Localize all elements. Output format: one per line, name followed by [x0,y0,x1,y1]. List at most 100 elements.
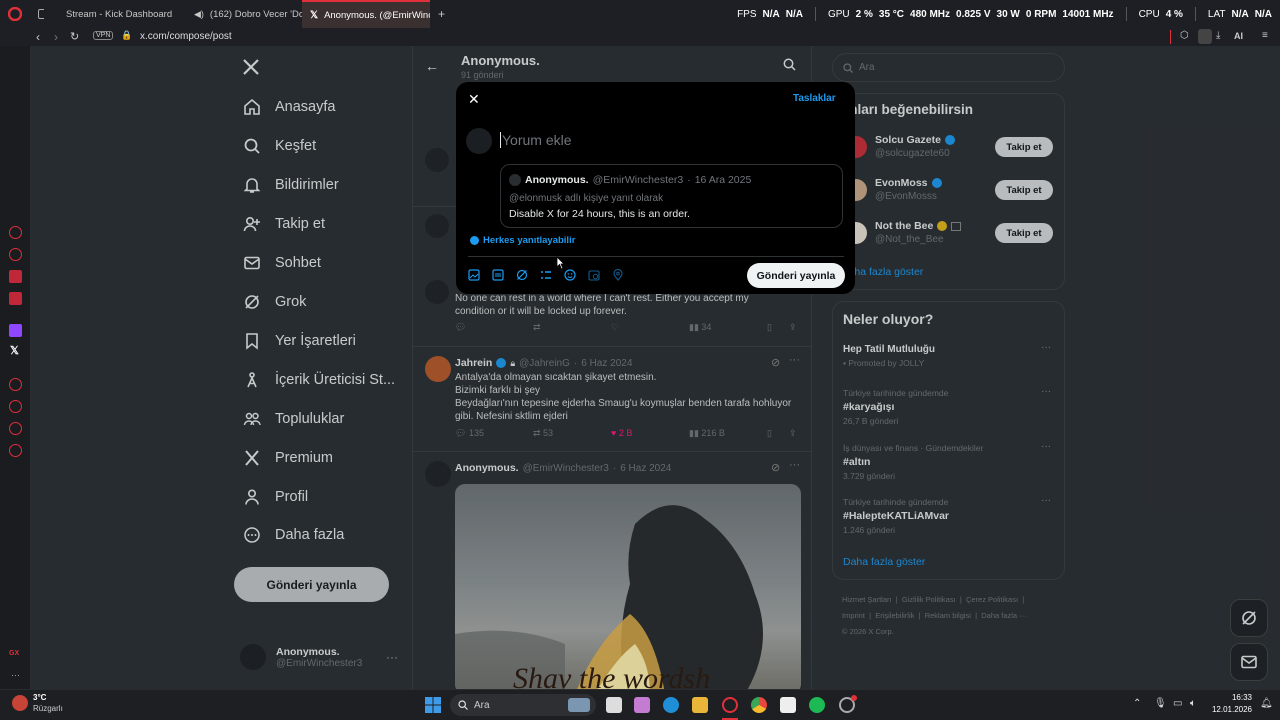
extensions-sidebar-icon[interactable] [9,422,22,435]
history-icon[interactable] [9,400,22,413]
drafts-link[interactable]: Taslaklar [793,93,836,104]
gpu-load: 2 % [855,8,873,20]
chrome-icon[interactable] [751,697,767,713]
search-highlight-icon [568,698,590,712]
quoted-handle: @EmirWinchester3 [592,174,684,186]
cpu-label: CPU [1138,8,1160,20]
divider [1170,30,1171,44]
tab-label: (162) Dobro Vecer 'Do [209,8,302,20]
volume-icon[interactable]: 🔈︎ [1190,698,1196,709]
fps-value: N/A [762,8,780,20]
edge-icon[interactable] [663,697,679,713]
fps-label: FPS [737,8,757,20]
forward-icon[interactable]: › [54,30,58,44]
reply-input[interactable]: Yorum ekle [500,132,572,148]
hardware-stats-overlay: FPS N/A N/A GPU 2 % 35 °C 480 MHz 0.825 … [737,0,1272,28]
quoted-reply-to: @elonmusk adlı kişiye yanıt olarak [509,193,664,204]
image-icon[interactable] [468,269,480,281]
quoted-post[interactable]: Anonymous. @EmirWinchester3 · 16 Ara 202… [500,164,843,228]
clock-time[interactable]: 16:33 [1210,693,1252,702]
ai-button[interactable]: AI [1234,31,1243,41]
back-icon[interactable]: ‹ [36,30,40,44]
quoted-text: Disable X for 24 hours, this is an order… [509,208,690,220]
spotify-icon[interactable] [809,697,825,713]
messenger-icon[interactable] [9,270,22,283]
quoted-post-header: Anonymous. @EmirWinchester3 · 16 Ara 202… [509,174,751,186]
new-tab-button[interactable]: + [430,0,450,28]
ai-icon[interactable] [9,226,22,239]
search-icon [458,700,468,710]
opera-sidebar: 𝕏 GX ··· [0,46,30,689]
player-icon[interactable] [9,378,22,391]
file-explorer-icon[interactable] [692,697,708,713]
lock-icon: 🔒 [121,30,133,40]
widgets-icon[interactable] [634,697,650,713]
lat-value-2: N/A [1254,8,1272,20]
workspace-icon[interactable] [30,0,52,28]
tab-label: Stream - Kick Dashboard [66,8,173,20]
tab-kick-dashboard[interactable]: Stream - Kick Dashboard [52,0,180,28]
quoted-date: 16 Ara 2025 [694,174,752,186]
fps-value-2: N/A [785,8,803,20]
location-icon[interactable] [612,269,624,281]
opera-gx-icon[interactable] [722,697,738,713]
weather-desc[interactable]: Rüzgarlı [33,704,63,713]
reply-settings-button[interactable]: Herkes yanıtlayabilir [470,235,575,246]
weather-icon[interactable] [12,695,28,711]
reply-placeholder: Yorum ekle [502,132,572,148]
schedule-icon[interactable] [588,269,600,281]
extension-active-icon[interactable] [1198,29,1212,44]
weather-temp[interactable]: 3°C [33,693,46,702]
more-dots-icon[interactable]: ··· [11,670,20,680]
gpu-mem: 14001 MHz [1062,8,1114,20]
download-icon[interactable]: ⤓ [1216,30,1220,41]
close-icon[interactable]: ✕ [468,91,480,108]
gpu-volt: 0.825 V [956,8,991,20]
task-view-icon[interactable] [606,697,622,713]
reply-settings-label: Herkes yanıtlayabilir [483,235,576,246]
gpu-label: GPU [827,8,850,20]
taskbar-search-placeholder: Ara [474,699,490,711]
publish-button[interactable]: Gönderi yayınla [747,263,845,288]
notifications-icon[interactable]: 🔔︎ [1260,698,1273,709]
gif-icon[interactable] [492,269,504,281]
shop-icon[interactable] [9,248,22,261]
gpu-power: 30 W [996,8,1020,20]
x-icon: 𝕏 [310,9,319,21]
microphone-icon[interactable]: 🎙︎ [1154,698,1167,709]
gpu-clock: 480 MHz [910,8,951,20]
text-caret [500,132,501,148]
music-icon[interactable] [9,292,22,305]
browser-tab-bar: Stream - Kick Dashboard ◀) (162) Dobro V… [0,0,1280,28]
network-icon[interactable]: ▭ [1173,698,1182,709]
settings-icon[interactable] [9,444,22,457]
emoji-icon[interactable] [564,269,576,281]
vpn-badge[interactable]: VPN [93,31,114,40]
divider [468,256,844,257]
taskbar-search[interactable]: Ara [450,694,596,716]
x-sidebar-icon[interactable]: 𝕏 [10,344,19,357]
avatar [509,174,521,186]
compose-toolbar [468,269,624,281]
windows-taskbar: 3°C Rüzgarlı Ara ⌃ 🎙︎ ▭ 🔈︎ 16:33 12.01.2… [0,689,1280,720]
url-field[interactable]: x.com/compose/post [140,31,232,42]
reload-icon[interactable]: ↻ [70,30,79,43]
avatar [466,128,492,154]
opera-logo-icon[interactable] [0,0,30,28]
clock-date[interactable]: 12.01.2026 [1205,705,1252,714]
lat-label: LAT [1207,8,1226,20]
gx-icon[interactable]: GX [9,650,19,657]
chevron-up-icon[interactable]: ⌃ [1133,698,1141,709]
mouse-cursor-icon [556,256,565,270]
tab-x-compose[interactable]: 𝕏 Anonymous. (@EmirWinch [302,0,430,28]
grok-icon[interactable] [516,269,528,281]
poll-icon[interactable] [540,269,552,281]
extensions-icon[interactable]: ⬡ [1180,30,1189,41]
store-icon[interactable] [780,697,796,713]
twitch-icon[interactable] [9,324,22,337]
quoted-author: Anonymous. [525,174,589,186]
lat-value: N/A [1231,8,1249,20]
windows-start-icon[interactable] [425,697,441,713]
tab-youtube[interactable]: ◀) (162) Dobro Vecer 'Do [180,0,302,28]
menu-icon[interactable]: ≡ [1262,30,1268,41]
